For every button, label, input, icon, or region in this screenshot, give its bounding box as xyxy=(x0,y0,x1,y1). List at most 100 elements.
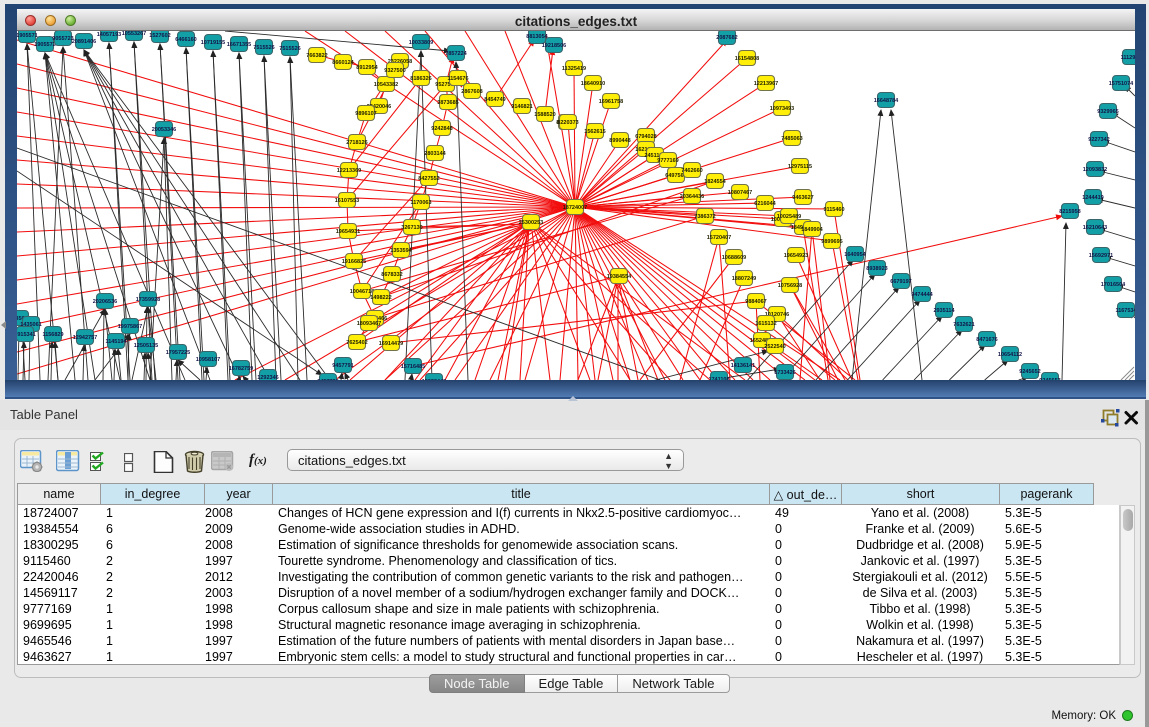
svg-text:16914479: 16914479 xyxy=(379,341,403,347)
svg-text:1527602: 1527602 xyxy=(149,33,170,39)
svg-text:8471676: 8471676 xyxy=(976,337,997,343)
svg-text:19166825: 19166825 xyxy=(342,259,366,265)
svg-text:2522540: 2522540 xyxy=(764,344,785,350)
svg-text:1292346: 1292346 xyxy=(257,375,278,380)
svg-text:10033809: 10033809 xyxy=(409,40,433,46)
svg-text:8186326: 8186326 xyxy=(410,76,431,82)
svg-text:20053346: 20053346 xyxy=(152,127,176,133)
svg-text:2087682: 2087682 xyxy=(716,35,737,41)
svg-text:8938923: 8938923 xyxy=(866,266,887,272)
svg-text:9115460: 9115460 xyxy=(823,207,844,213)
svg-text:18724007: 18724007 xyxy=(563,205,587,211)
svg-text:3267130: 3267130 xyxy=(401,225,422,231)
svg-text:9884067: 9884067 xyxy=(745,299,766,305)
svg-text:19654931: 19654931 xyxy=(336,229,360,235)
svg-text:18807249: 18807249 xyxy=(732,276,756,282)
svg-text:6794028: 6794028 xyxy=(635,134,656,140)
svg-text:16671355: 16671355 xyxy=(227,42,251,48)
svg-text:1905571: 1905571 xyxy=(17,33,38,39)
svg-text:15751074: 15751074 xyxy=(1109,81,1134,87)
svg-text:8678332: 8678332 xyxy=(381,272,402,278)
svg-text:9896107: 9896107 xyxy=(355,111,376,117)
svg-text:1154676: 1154676 xyxy=(447,76,468,82)
svg-text:12505135: 12505135 xyxy=(134,343,158,349)
svg-text:16782759: 16782759 xyxy=(229,366,253,372)
svg-text:8215958: 8215958 xyxy=(1059,209,1080,215)
svg-text:8990448: 8990448 xyxy=(609,138,630,144)
svg-text:1733426: 1733426 xyxy=(774,370,795,376)
svg-text:16107553: 16107553 xyxy=(335,198,359,204)
svg-text:11325419: 11325419 xyxy=(562,66,586,72)
svg-text:7386372: 7386372 xyxy=(694,214,715,220)
svg-text:1640954: 1640954 xyxy=(844,252,866,258)
svg-text:1905572: 1905572 xyxy=(34,42,55,48)
svg-text:10654112: 10654112 xyxy=(998,352,1022,358)
svg-text:12975115: 12975115 xyxy=(788,164,812,170)
svg-text:7515526: 7515526 xyxy=(253,45,274,51)
svg-text:12213967: 12213967 xyxy=(754,81,778,87)
svg-text:1741108: 1741108 xyxy=(708,377,729,380)
svg-text:16961758: 16961758 xyxy=(599,99,623,105)
svg-text:1849904: 1849904 xyxy=(801,227,823,233)
svg-text:1824554: 1824554 xyxy=(704,179,726,185)
svg-text:10688609: 10688609 xyxy=(722,255,746,261)
svg-text:14057193: 14057193 xyxy=(97,32,121,38)
svg-text:19975867: 19975867 xyxy=(118,324,142,330)
svg-text:17359928: 17359928 xyxy=(136,297,160,303)
svg-text:15720407: 15720407 xyxy=(707,235,731,241)
svg-text:1156829: 1156829 xyxy=(42,332,63,338)
svg-text:1588520: 1588520 xyxy=(534,112,555,118)
svg-text:15716485: 15716485 xyxy=(401,364,425,370)
svg-text:17957225: 17957225 xyxy=(166,350,190,356)
svg-text:1615132: 1615132 xyxy=(755,321,776,327)
svg-text:1353594: 1353594 xyxy=(390,248,412,254)
svg-text:3873685: 3873685 xyxy=(437,100,458,106)
svg-text:14136141: 14136141 xyxy=(731,363,755,369)
svg-text:6466160: 6466160 xyxy=(175,37,196,43)
svg-text:1170063: 1170063 xyxy=(410,200,431,206)
svg-text:16210643: 16210643 xyxy=(1083,225,1107,231)
svg-text:18093467: 18093467 xyxy=(357,321,381,327)
svg-text:7857224: 7857224 xyxy=(445,51,467,57)
svg-text:10756928: 10756928 xyxy=(778,283,802,289)
svg-text:9227342: 9227342 xyxy=(1088,137,1109,143)
svg-text:8660124: 8660124 xyxy=(332,60,354,66)
svg-text:9329965: 9329965 xyxy=(1097,109,1118,115)
svg-text:7632621: 7632621 xyxy=(953,322,974,328)
svg-text:1498222: 1498222 xyxy=(370,295,391,301)
svg-text:9899695: 9899695 xyxy=(821,239,842,245)
svg-text:10973493: 10973493 xyxy=(770,106,794,112)
svg-text:8912954: 8912954 xyxy=(356,65,378,71)
svg-text:9245652: 9245652 xyxy=(1019,369,1040,375)
svg-text:9474444: 9474444 xyxy=(911,292,933,298)
svg-text:16648784: 16648784 xyxy=(874,98,899,104)
svg-text:9242848: 9242848 xyxy=(431,126,452,132)
svg-text:7663822: 7663822 xyxy=(306,53,327,59)
svg-text:1145194: 1145194 xyxy=(105,339,127,345)
svg-text:10719155: 10719155 xyxy=(201,40,225,46)
svg-text:9327500: 9327500 xyxy=(384,68,405,74)
svg-text:6216044: 6216044 xyxy=(754,201,776,207)
svg-text:1112985: 1112985 xyxy=(1121,55,1135,61)
svg-text:15692971: 15692971 xyxy=(1089,253,1113,259)
svg-text:10553267: 10553267 xyxy=(122,31,146,37)
svg-text:20891406: 20891406 xyxy=(72,39,96,45)
svg-text:19654923: 19654923 xyxy=(784,253,808,259)
svg-text:20206536: 20206536 xyxy=(93,299,117,305)
svg-text:25300253: 25300253 xyxy=(519,220,543,226)
svg-text:8454749: 8454749 xyxy=(484,97,505,103)
svg-text:9777169: 9777169 xyxy=(657,158,678,164)
svg-text:2867608: 2867608 xyxy=(461,89,482,95)
svg-text:19218506: 19218506 xyxy=(542,43,566,49)
svg-text:9245653: 9245653 xyxy=(1039,378,1060,380)
svg-text:9457790: 9457790 xyxy=(317,379,338,380)
svg-text:10543382: 10543382 xyxy=(374,82,398,88)
svg-text:2935114: 2935114 xyxy=(933,308,955,314)
svg-text:7485063: 7485063 xyxy=(781,136,802,142)
svg-text:9055723: 9055723 xyxy=(52,36,73,42)
svg-text:8427552: 8427552 xyxy=(418,176,439,182)
svg-text:6679197: 6679197 xyxy=(890,279,911,285)
svg-text:8220373: 8220373 xyxy=(557,120,578,126)
svg-text:12213369: 12213369 xyxy=(337,168,361,174)
svg-text:1244419: 1244419 xyxy=(1082,195,1103,201)
